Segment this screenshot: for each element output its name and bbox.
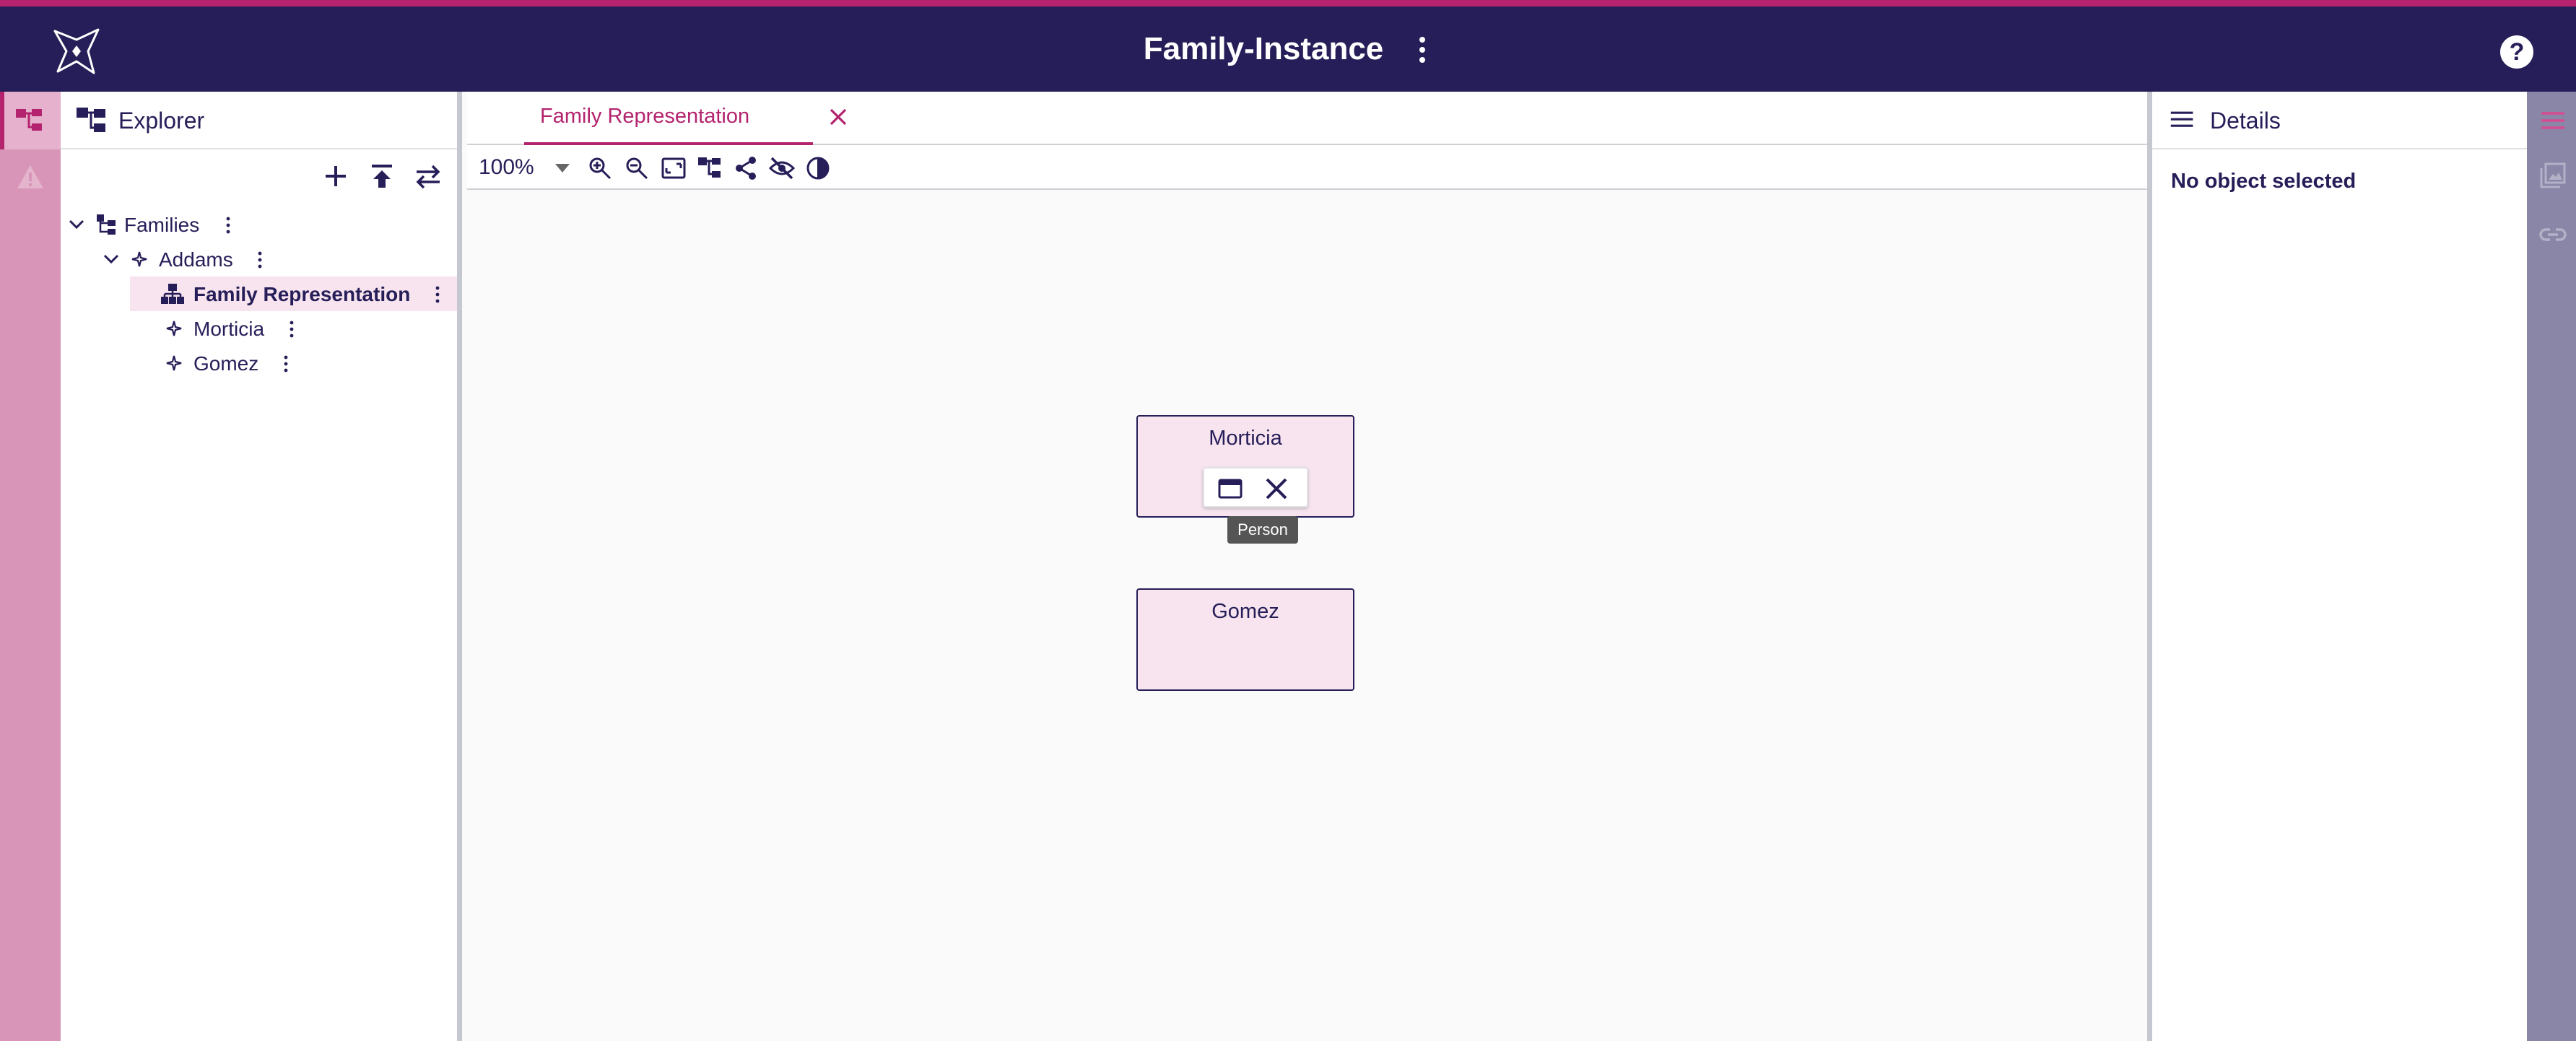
diagram-toolbar: 100% xyxy=(467,145,2147,190)
sparkle-icon xyxy=(166,321,182,336)
tree-icon xyxy=(97,214,116,235)
app-root: Family-Instance ? Explorer Families Adda… xyxy=(0,0,2576,1041)
close-icon[interactable] xyxy=(827,106,849,128)
arrange-all-icon[interactable] xyxy=(697,155,723,181)
tree-item-gomez[interactable]: Gomez xyxy=(61,346,457,380)
sync-selection-icon[interactable] xyxy=(414,162,443,191)
fade-elements-icon[interactable] xyxy=(805,155,831,181)
explorer-header: Explorer xyxy=(61,92,457,149)
tree-item-addams[interactable]: Addams xyxy=(61,242,457,276)
tree-item-label: Families xyxy=(124,214,200,236)
validation-warning-icon[interactable] xyxy=(16,164,45,190)
details-panel: Details No object selected xyxy=(2147,92,2527,1041)
create-person-node-icon[interactable] xyxy=(1217,476,1243,502)
chevron-down-icon[interactable] xyxy=(101,249,121,269)
explorer-icon xyxy=(77,108,105,132)
hide-elements-icon[interactable] xyxy=(769,155,795,181)
empty-selection-message: No object selected xyxy=(2171,170,2357,193)
details-title: Details xyxy=(2210,108,2281,134)
project-menu-icon[interactable] xyxy=(1411,34,1433,66)
node-label: Gomez xyxy=(1211,600,1279,623)
project-title: Family-Instance xyxy=(1143,31,1384,66)
upload-model-icon[interactable] xyxy=(367,162,396,191)
tree-item-families[interactable]: Families xyxy=(61,207,457,242)
tree-item-label: Family Representation xyxy=(193,283,411,305)
node-gomez[interactable]: Gomez xyxy=(1136,588,1354,691)
more-vertical-icon[interactable] xyxy=(257,251,263,269)
tree-item-family-representation[interactable]: Family Representation xyxy=(130,276,457,311)
chevron-down-icon[interactable] xyxy=(555,164,570,173)
close-icon[interactable] xyxy=(1263,476,1289,502)
chevron-down-icon[interactable] xyxy=(66,214,87,235)
app-header: Family-Instance ? xyxy=(0,6,2576,92)
explorer-panel: Explorer Families Addams Family Represen… xyxy=(61,92,462,1041)
rail-active-indicator xyxy=(0,92,4,149)
tool-palette xyxy=(1203,467,1308,508)
editor-tab-bar: Family Representation xyxy=(467,92,2147,145)
tree-item-label: Morticia xyxy=(193,318,265,340)
sparkle-icon xyxy=(166,355,182,371)
representations-icon[interactable] xyxy=(2538,161,2567,190)
link-icon[interactable] xyxy=(2538,220,2567,249)
zoom-level-select[interactable]: 100% xyxy=(479,155,534,180)
tab-label: Family Representation xyxy=(540,105,750,128)
help-icon[interactable]: ? xyxy=(2500,35,2533,69)
rail-explorer-tab[interactable] xyxy=(0,92,61,149)
more-vertical-icon[interactable] xyxy=(435,285,440,304)
zoom-in-icon[interactable] xyxy=(587,155,613,181)
fit-to-screen-icon[interactable] xyxy=(661,155,687,181)
tree-item-label: Addams xyxy=(159,248,233,271)
more-vertical-icon[interactable] xyxy=(283,354,289,373)
explorer-tree: Families Addams Family Representation Mo… xyxy=(61,207,457,380)
top-accent-stripe xyxy=(0,0,2576,6)
tree-item-morticia[interactable]: Morticia xyxy=(61,311,457,346)
more-vertical-icon[interactable] xyxy=(225,216,231,235)
left-sidebar-rail xyxy=(0,92,61,1041)
zoom-out-icon[interactable] xyxy=(624,155,650,181)
diagram-editor: Family Representation 100% Morticia Gome… xyxy=(467,92,2147,1041)
node-label: Morticia xyxy=(1209,427,1282,450)
diagram-canvas[interactable]: Morticia Gomez Person xyxy=(467,191,2147,1041)
hamburger-menu-icon[interactable] xyxy=(2168,108,2197,134)
explorer-title: Explorer xyxy=(118,108,205,134)
sparkle-icon xyxy=(131,251,147,267)
share-icon[interactable] xyxy=(733,155,759,181)
more-vertical-icon[interactable] xyxy=(289,320,295,339)
diagram-icon xyxy=(161,284,184,304)
details-header: Details xyxy=(2152,92,2527,149)
explorer-tree-icon xyxy=(16,109,42,131)
right-sidebar-rail xyxy=(2527,92,2576,1041)
details-menu-icon[interactable] xyxy=(2538,106,2567,135)
tooltip: Person xyxy=(1227,516,1298,544)
tab-family-representation[interactable]: Family Representation xyxy=(524,92,847,145)
new-model-plus-icon[interactable] xyxy=(321,162,350,191)
tree-item-label: Gomez xyxy=(193,352,259,375)
explorer-toolbar xyxy=(321,158,443,194)
